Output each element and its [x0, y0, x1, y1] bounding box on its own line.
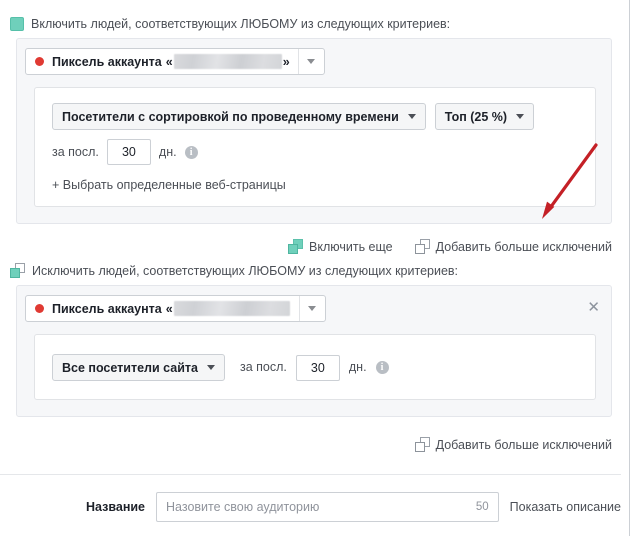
layers-filled-icon	[10, 17, 24, 31]
include-more-label: Включить еще	[309, 239, 393, 254]
chevron-down-icon	[407, 114, 416, 119]
exclude-period-days-input[interactable]	[295, 354, 340, 381]
exclude-period-prefix-label: за посл.	[239, 360, 287, 374]
period-suffix-label: дн.	[158, 144, 177, 159]
include-period-row: за посл. дн. i	[52, 139, 198, 165]
audience-name-field[interactable]: 50	[156, 492, 499, 522]
exclude-criteria-card: Пиксель аккаунта « ✕ Все посетители сайт…	[16, 285, 612, 417]
middle-action-links: Включить еще Добавить больше исключений	[288, 239, 612, 254]
exclude-criterion-select-label: Все посетители сайта	[62, 360, 198, 375]
exclude-pixel-label: Пиксель аккаунта	[52, 301, 162, 316]
exclude-section-label: Исключить людей, соответствующих ЛЮБОМУ …	[32, 263, 459, 278]
remove-exclusion-button[interactable]: ✕	[587, 300, 600, 315]
period-days-input[interactable]	[106, 139, 151, 165]
info-icon[interactable]: i	[375, 361, 389, 374]
include-pixel-selector[interactable]: Пиксель аккаунта « »	[25, 48, 325, 75]
exclude-rule-row: Все посетители сайта за посл. дн. i	[52, 354, 389, 381]
audience-editor-panel: Включить людей, соответствующих ЛЮБОМУ и…	[0, 0, 630, 536]
include-more-button[interactable]: Включить еще	[288, 239, 393, 254]
char-counter: 50	[475, 501, 489, 513]
period-prefix-label: за посл.	[52, 144, 99, 159]
include-section-header: Включить людей, соответствующих ЛЮБОМУ и…	[0, 17, 450, 31]
layers-outline-icon	[414, 437, 430, 452]
chevron-down-icon	[516, 114, 525, 119]
include-pixel-label: Пиксель аккаунта	[52, 54, 162, 69]
percentile-select-label: Топ (25 %)	[444, 109, 508, 124]
redacted-pixel-name	[173, 301, 290, 316]
add-exclusions-button-bottom[interactable]: Добавить больше исключений	[414, 437, 612, 452]
criterion-select-label: Посетители с сортировкой по проведенному…	[62, 109, 399, 124]
name-label: Название	[86, 500, 146, 514]
exclude-rule-card: Все посетители сайта за посл. дн. i	[34, 334, 596, 400]
show-description-link[interactable]: Показать описание	[510, 500, 621, 514]
exclude-criterion-select[interactable]: Все посетители сайта	[52, 354, 225, 381]
quote-open: «	[165, 54, 173, 69]
layers-outline-icon	[414, 239, 430, 254]
quote-close: »	[282, 54, 290, 69]
exclude-pixel-selector[interactable]: Пиксель аккаунта «	[25, 295, 326, 322]
info-icon[interactable]: i	[184, 145, 198, 159]
include-rule-card: Посетители с сортировкой по проведенному…	[34, 87, 596, 207]
bottom-action-links: Добавить больше исключений	[414, 437, 612, 457]
select-webpages-link[interactable]: + Выбрать определенные веб-страницы	[52, 176, 286, 194]
include-criteria-card: Пиксель аккаунта « » Посетители с сортир…	[16, 38, 612, 224]
chevron-down-icon	[206, 365, 215, 370]
criterion-select[interactable]: Посетители с сортировкой по проведенному…	[52, 103, 426, 130]
redacted-pixel-name	[173, 54, 282, 69]
include-section-label: Включить людей, соответствующих ЛЮБОМУ и…	[31, 17, 451, 31]
add-exclusions-label-top: Добавить больше исключений	[435, 239, 612, 254]
add-exclusions-button-top[interactable]: Добавить больше исключений	[414, 239, 612, 254]
layers-outline-icon	[10, 263, 25, 278]
exclude-period-suffix-label: дн.	[348, 360, 367, 374]
name-section-divider	[0, 474, 621, 475]
exclude-section-header: Исключить людей, соответствующих ЛЮБОМУ …	[0, 263, 458, 278]
add-exclusions-label-bottom: Добавить больше исключений	[435, 437, 612, 452]
quote-open: «	[165, 301, 173, 316]
include-rule-selectors: Посетители с сортировкой по проведенному…	[52, 103, 535, 130]
name-row: Название 50 Показать описание	[0, 492, 621, 522]
select-webpages-link-label: + Выбрать определенные веб-страницы	[52, 178, 286, 192]
chevron-down-icon[interactable]	[297, 49, 324, 74]
layers-filled-icon	[288, 239, 304, 254]
chevron-down-icon[interactable]	[298, 296, 325, 321]
red-dot-icon	[35, 304, 44, 313]
red-dot-icon	[35, 57, 44, 66]
audience-name-input[interactable]	[157, 493, 498, 521]
percentile-select[interactable]: Топ (25 %)	[434, 103, 535, 130]
